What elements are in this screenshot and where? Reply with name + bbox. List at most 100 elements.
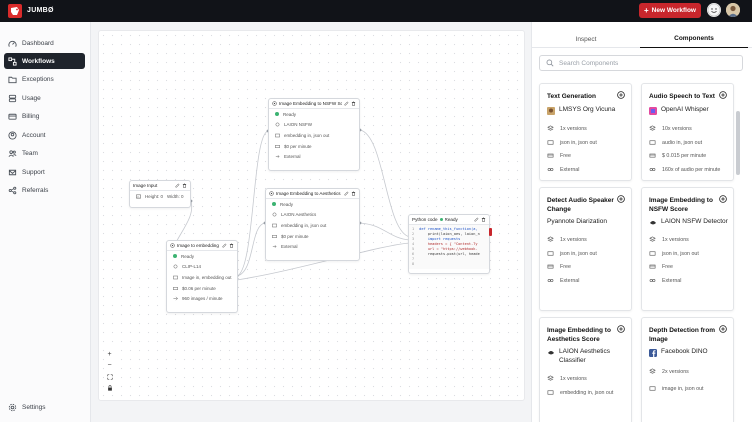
sidebar-item-label: Billing — [22, 112, 40, 120]
meta-text: 2x versions — [662, 368, 689, 375]
edit-icon[interactable] — [344, 101, 349, 106]
new-workflow-button[interactable]: + New Workflow — [639, 3, 701, 18]
card-provider: Pyannote Diarization — [547, 218, 631, 227]
dashboard-icon — [8, 40, 17, 47]
search-components-input[interactable]: Search Components — [539, 55, 743, 71]
node-header: Image Embedding to Aesthetics Score — [266, 189, 359, 199]
status-dot — [173, 254, 177, 259]
add-circle-icon[interactable] — [719, 325, 727, 333]
versions-icon — [649, 368, 656, 374]
node-image-to-embedding[interactable]: Image to embedding Ready CLIP-L14 Image … — [166, 240, 238, 313]
trash-icon[interactable] — [351, 191, 356, 196]
tab-components[interactable]: Components — [640, 30, 748, 48]
card-provider: LMSYS Org Vicuna — [547, 106, 631, 115]
add-circle-icon[interactable] — [617, 91, 625, 99]
io-icon — [649, 140, 656, 145]
node-model: CLIP-L14 — [167, 262, 237, 273]
meta-text: External — [662, 277, 682, 284]
search-placeholder: Search Components — [559, 59, 619, 67]
price-text: $0 per minute — [284, 143, 312, 149]
component-card-audio-speech-to-text[interactable]: Audio Speech to Text OpenAI Whisper 10x … — [641, 83, 734, 181]
add-circle-icon[interactable] — [617, 195, 625, 203]
status-text: Ready — [283, 111, 297, 117]
price-icon — [275, 144, 280, 148]
trash-icon[interactable] — [182, 183, 187, 188]
component-card-aesthetics-score[interactable]: Image Embedding to Aesthetics Score LAIO… — [539, 317, 632, 422]
smiley-icon[interactable] — [707, 3, 721, 17]
component-card-nsfw-score[interactable]: Image Embedding to NSFW Score LAION NSFW… — [641, 187, 734, 311]
meta-text: External — [560, 277, 580, 284]
card-meta-versions: 10x versions — [649, 125, 692, 132]
node-python-code[interactable]: Python code Ready 12345678 def rename_th… — [408, 214, 492, 274]
io-icon — [649, 251, 656, 256]
sidebar-item-settings[interactable]: Settings — [4, 399, 85, 415]
price-icon — [649, 153, 656, 158]
component-card-text-generation[interactable]: Text Generation LMSYS Org Vicuna 1x vers… — [539, 83, 632, 181]
support-icon — [8, 169, 17, 175]
card-meta-price: Free — [649, 263, 673, 270]
node-row: Height: 0 Width: 0 — [130, 191, 190, 202]
sidebar-item-referrals[interactable]: Referrals — [4, 182, 85, 198]
status-text: Ready — [280, 201, 294, 207]
node-nsfw-score[interactable]: Image Embedding to NSFW Score Ready LAIO… — [268, 98, 360, 171]
node-throughput: 960 images / minute — [167, 293, 237, 304]
add-circle-icon[interactable] — [719, 195, 727, 203]
node-io: Image in, embedding out — [167, 272, 237, 283]
component-card-depth-detection[interactable]: Depth Detection from Image Facebook DINO… — [641, 317, 734, 422]
sidebar: Dashboard Workflows Exceptions Usage Bil… — [0, 22, 91, 422]
node-status: Ready — [266, 199, 359, 210]
code-editor[interactable]: 12345678 def rename_this_function(a, pri… — [409, 225, 489, 269]
node-price: $0.06 per minute — [167, 283, 237, 294]
database-icon — [8, 94, 17, 102]
sidebar-item-usage[interactable]: Usage — [4, 90, 85, 106]
node-image-input[interactable]: Image Input Height: 0 Width: 0 — [129, 180, 191, 208]
node-status: Ready — [167, 251, 237, 262]
card-meta-deploy: External — [547, 166, 579, 173]
card-meta-versions: 1x versions — [649, 236, 689, 243]
component-card-speaker-change[interactable]: Detect Audio Speaker Change Pyannote Dia… — [539, 187, 632, 311]
io-text: embedding in, json out — [281, 222, 327, 228]
trash-icon[interactable] — [229, 243, 234, 248]
meta-text: json in, json out — [560, 139, 597, 146]
io-icon — [547, 251, 554, 256]
panel-tabs: Inspect Components — [532, 30, 752, 48]
card-title: Audio Speech to Text — [649, 93, 715, 100]
node-header: Image Input — [130, 181, 190, 191]
top-bar: JUMBØ + New Workflow — [0, 0, 752, 22]
trash-icon[interactable] — [481, 217, 486, 222]
account-icon — [8, 130, 17, 140]
provider-name: LMSYS Org Vicuna — [559, 106, 616, 113]
sidebar-item-billing[interactable]: Billing — [4, 108, 85, 124]
add-circle-icon[interactable] — [719, 91, 727, 99]
node-aesthetics-score[interactable]: Image Embedding to Aesthetics Score Read… — [265, 188, 360, 261]
node-model: LAION NSFW — [269, 120, 359, 131]
meta-text: Free — [662, 263, 673, 270]
sidebar-item-team[interactable]: Team — [4, 145, 85, 161]
fit-view-button[interactable] — [104, 371, 115, 382]
edit-icon[interactable] — [222, 243, 227, 248]
meta-text: 10x versions — [662, 125, 692, 132]
edit-icon[interactable] — [474, 217, 479, 222]
sidebar-item-dashboard[interactable]: Dashboard — [4, 35, 85, 51]
provider-name: LAION NSFW Detector — [661, 218, 728, 225]
trash-icon[interactable] — [351, 101, 356, 106]
panel-scrollbar[interactable] — [736, 111, 740, 175]
sidebar-item-workflows[interactable]: Workflows — [4, 53, 85, 69]
edit-icon[interactable] — [344, 191, 349, 196]
lock-button[interactable] — [104, 382, 115, 393]
tab-inspect[interactable]: Inspect — [532, 30, 640, 48]
versions-icon — [547, 375, 554, 381]
edit-icon[interactable] — [175, 183, 180, 188]
user-avatar[interactable] — [726, 3, 740, 17]
sidebar-item-account[interactable]: Account — [4, 127, 85, 143]
price-icon — [649, 264, 656, 269]
sidebar-item-exceptions[interactable]: Exceptions — [4, 71, 85, 87]
brand-logo-icon[interactable] — [8, 4, 22, 18]
plus-icon: + — [644, 5, 649, 15]
zoom-in-button[interactable]: + — [104, 349, 115, 360]
zoom-out-button[interactable]: − — [104, 360, 115, 371]
add-circle-icon[interactable] — [617, 325, 625, 333]
card-title: Text Generation — [547, 93, 597, 100]
node-title: Image Embedding to Aesthetics Score — [276, 191, 342, 196]
sidebar-item-support[interactable]: Support — [4, 164, 85, 180]
